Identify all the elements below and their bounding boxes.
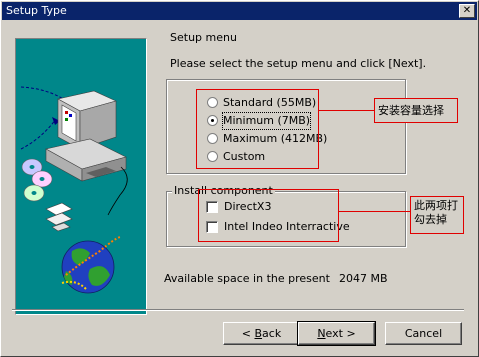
components-callout-line	[339, 211, 411, 212]
uncheck-annotation: 此两项打 勾去掉	[410, 196, 464, 234]
uncheck-annotation-line1: 此两项打	[414, 199, 458, 212]
options-highlight-box	[196, 89, 319, 169]
separator-highlight	[12, 310, 464, 311]
setup-menu-heading: Setup menu	[170, 31, 237, 44]
capacity-annotation: 安装容量选择	[374, 98, 458, 123]
components-highlight-box	[198, 189, 339, 242]
back-button[interactable]: < Back	[223, 322, 300, 345]
available-space-label: Available space in the present	[164, 272, 330, 285]
back-prefix: <	[241, 327, 255, 340]
setup-illustration	[15, 38, 147, 315]
next-rest: ext >	[325, 327, 356, 340]
title-bar: Setup Type ✕	[2, 2, 477, 20]
next-button[interactable]: Next >	[297, 321, 376, 346]
close-button[interactable]: ✕	[459, 4, 475, 18]
globe-icon	[61, 236, 121, 294]
options-callout-line	[319, 110, 375, 111]
available-space-value: 2047 MB	[339, 272, 388, 285]
illustration-art	[20, 86, 128, 294]
compact-disc-icon	[21, 158, 53, 202]
instruction-text: Please select the setup menu and click […	[170, 57, 427, 70]
floppy-disk-icon	[45, 202, 73, 232]
computer-icon	[45, 90, 128, 216]
next-mnemonic: N	[317, 327, 326, 340]
cancel-button[interactable]: Cancel	[385, 322, 462, 345]
back-mnemonic: B	[254, 327, 263, 340]
uncheck-annotation-line2: 勾去掉	[414, 213, 447, 226]
window-title: Setup Type	[6, 4, 67, 17]
back-rest: ack	[262, 327, 282, 340]
